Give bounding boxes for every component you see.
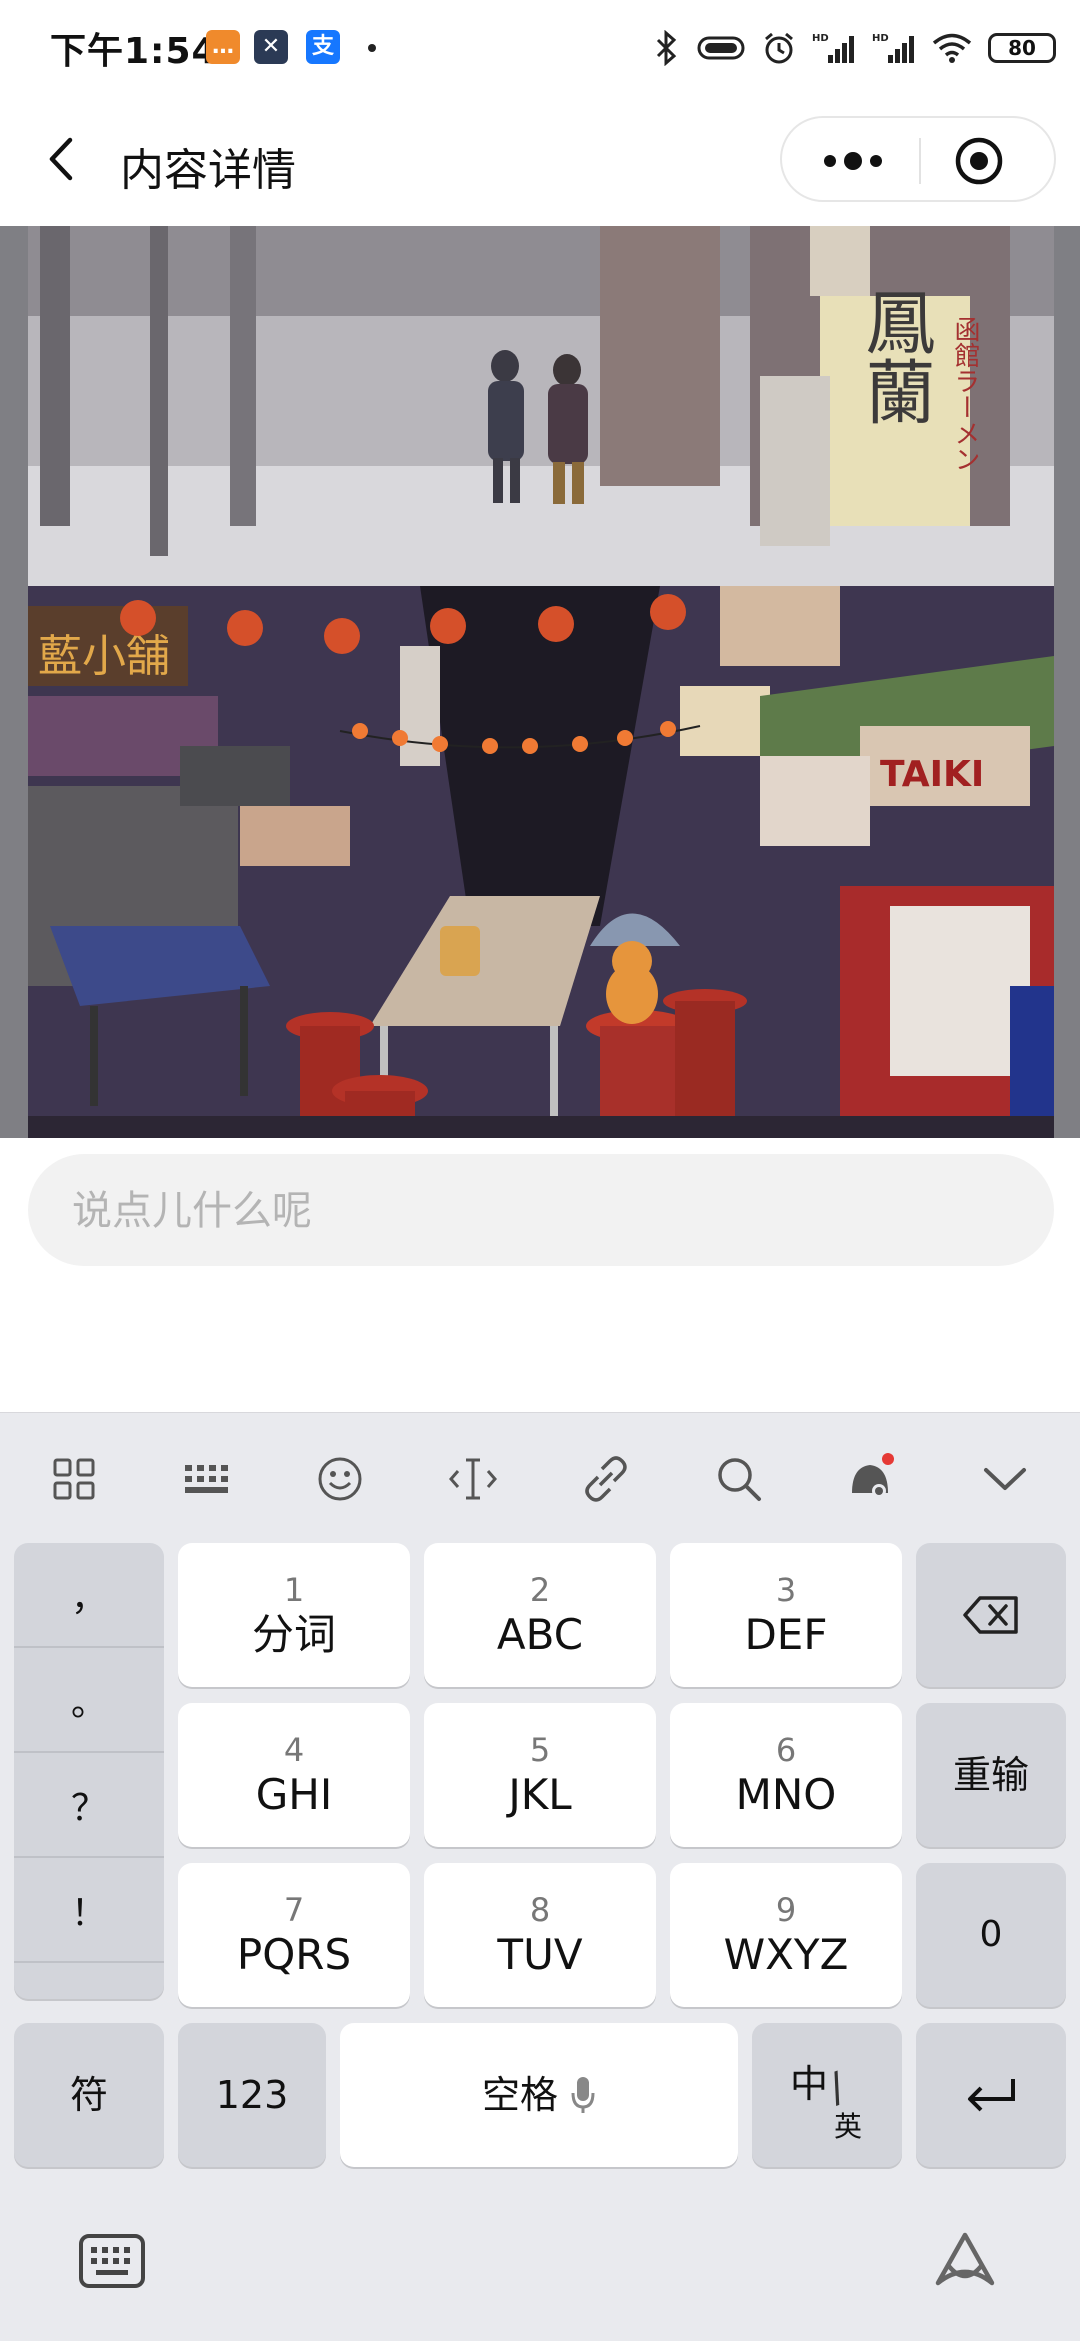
- key-number: 7: [283, 1891, 305, 1929]
- key-label: GHI: [255, 1770, 333, 1819]
- key-3[interactable]: 3 DEF: [670, 1543, 902, 1687]
- key-number: 9: [775, 1891, 797, 1929]
- wifi-icon: [932, 33, 972, 63]
- bluetooth-icon: [656, 30, 677, 66]
- chat-app-icon: …: [206, 30, 240, 64]
- key-8[interactable]: 8 TUV: [424, 1863, 656, 2007]
- comment-box[interactable]: [28, 1154, 1054, 1268]
- punct-key-period[interactable]: 。: [14, 1648, 164, 1753]
- close-miniprogram-icon[interactable]: [954, 136, 1004, 186]
- space-bar[interactable]: 空格: [340, 2023, 738, 2167]
- more-notifications-dot: [368, 44, 376, 52]
- punctuation-column: ， 。 ？ ！: [14, 1543, 164, 1999]
- symbols-button[interactable]: 符: [14, 2023, 164, 2167]
- key-9[interactable]: 9 WXYZ: [670, 1863, 902, 2007]
- key-label: ABC: [496, 1610, 584, 1659]
- assistant-icon[interactable]: [836, 1443, 908, 1515]
- key-label: 分词: [251, 1610, 336, 1659]
- mini-program-capsule: [780, 116, 1056, 202]
- content-image[interactable]: 鳳蘭 函館ラーメン 藍小舗 TAIKI: [0, 226, 1080, 1138]
- status-bar: 下午1:54 … ✕ 支 HD HD 80: [0, 0, 1080, 96]
- key-number: 1: [283, 1571, 305, 1609]
- punct-key-comma[interactable]: ，: [14, 1543, 164, 1648]
- taiki-sign: TAIKI: [880, 754, 984, 795]
- link-icon[interactable]: [570, 1443, 642, 1515]
- key-4[interactable]: 4 GHI: [178, 1703, 410, 1847]
- punct-key-blank[interactable]: [14, 1963, 164, 1999]
- language-toggle-button[interactable]: 中 / 英: [752, 2023, 902, 2167]
- key-number: 2: [529, 1571, 551, 1609]
- vibrate-icon: [697, 36, 745, 60]
- switch-keyboard-icon[interactable]: [78, 2233, 146, 2289]
- symbols-label: 符: [69, 2073, 108, 2117]
- grid-icon[interactable]: [38, 1443, 110, 1515]
- battery-level: 80: [1008, 36, 1036, 60]
- reenter-label: 重输: [952, 1753, 1029, 1797]
- key-number: 8: [529, 1891, 551, 1929]
- key-7[interactable]: 7 PQRS: [178, 1863, 410, 2007]
- svg-text:HD: HD: [812, 33, 829, 44]
- key-label: 0: [979, 1914, 1003, 1955]
- ime-logo-icon[interactable]: [932, 2231, 998, 2291]
- reenter-button[interactable]: 重输: [916, 1703, 1066, 1847]
- numbers-button[interactable]: 123: [178, 2023, 326, 2167]
- capcut-icon: ✕: [254, 30, 288, 64]
- backspace-button[interactable]: [916, 1543, 1066, 1687]
- search-icon[interactable]: [703, 1443, 775, 1515]
- key-label: PQRS: [236, 1930, 352, 1979]
- navigation-bar: 内容详情: [0, 96, 1080, 226]
- battery-indicator: 80: [988, 33, 1056, 63]
- key-label: WXYZ: [723, 1930, 849, 1979]
- numbers-label: 123: [215, 2073, 289, 2117]
- hd-signal-icon: HD: [872, 33, 914, 63]
- alipay-icon: 支: [306, 30, 340, 64]
- backspace-icon: [963, 1596, 1018, 1634]
- microphone-icon[interactable]: [570, 2075, 596, 2115]
- svg-text:HD: HD: [872, 33, 889, 44]
- key-1[interactable]: 1 分词: [178, 1543, 410, 1687]
- more-options-icon[interactable]: [820, 146, 886, 176]
- enter-button[interactable]: [916, 2023, 1066, 2167]
- ime-keyboard: ， 。 ？ ！ 1 分词 2 ABC 3 DEF 4 GHI 5 JKL 6 MNO 重输 …: [0, 1412, 1080, 2341]
- key-number: 5: [529, 1731, 551, 1769]
- punct-key-question[interactable]: ？: [14, 1753, 164, 1858]
- capsule-divider: [919, 138, 921, 184]
- alarm-icon: [765, 32, 793, 64]
- collapse-keyboard-icon[interactable]: [969, 1443, 1041, 1515]
- space-label: 空格: [481, 2073, 558, 2117]
- cursor-icon[interactable]: [437, 1443, 509, 1515]
- hd-signal-icon: HD: [812, 33, 854, 63]
- sign-text-1: 鳳蘭: [854, 286, 936, 426]
- content-illustration: 鳳蘭 函館ラーメン 藍小舗 TAIKI: [0, 226, 1080, 1138]
- sign-text-2: 函館ラーメン: [950, 316, 980, 472]
- key-label: TUV: [497, 1930, 583, 1979]
- enter-icon: [968, 2079, 1015, 2112]
- key-5[interactable]: 5 JKL: [424, 1703, 656, 1847]
- emoji-icon[interactable]: [304, 1443, 376, 1515]
- key-number: 4: [283, 1731, 305, 1769]
- key-6[interactable]: 6 MNO: [670, 1703, 902, 1847]
- key-2[interactable]: 2 ABC: [424, 1543, 656, 1687]
- shop-sign: 藍小舗: [38, 631, 170, 682]
- punct-key-exclaim[interactable]: ！: [14, 1858, 164, 1963]
- back-arrow-icon[interactable]: [40, 136, 86, 182]
- lang-sub-label: 英: [834, 2110, 863, 2143]
- key-label: MNO: [735, 1770, 837, 1819]
- key-number: 3: [775, 1571, 797, 1609]
- status-time: 下午1:54: [50, 31, 218, 72]
- lang-main-label: 中: [790, 2062, 829, 2106]
- key-label: DEF: [744, 1610, 828, 1659]
- keyboard-icon[interactable]: [171, 1443, 243, 1515]
- comment-input[interactable]: [70, 1154, 1014, 1268]
- key-number: 6: [775, 1731, 797, 1769]
- page-title: 内容详情: [120, 145, 296, 196]
- key-label: JKL: [508, 1770, 572, 1819]
- key-0[interactable]: 0: [916, 1863, 1066, 2007]
